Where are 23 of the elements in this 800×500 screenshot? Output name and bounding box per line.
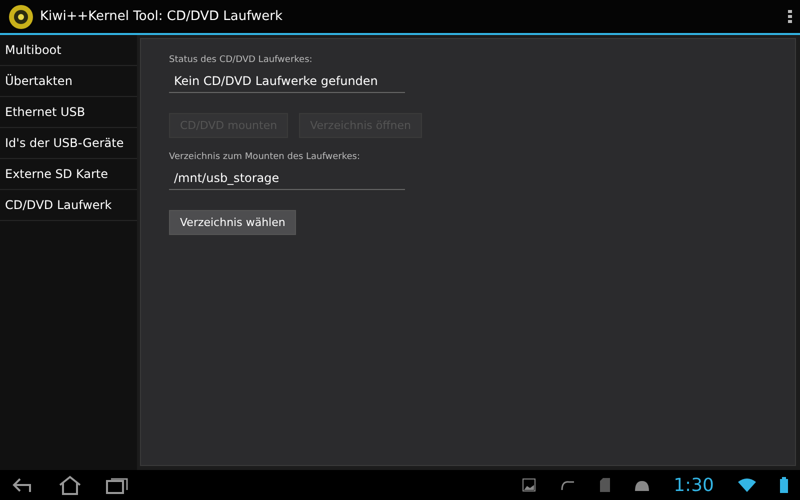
image-icon [522,478,536,492]
recent-apps-icon[interactable] [106,476,128,494]
directory-field[interactable]: /mnt/usb_storage [169,168,405,190]
sidebar-item[interactable]: CD/DVD Laufwerk [0,190,137,221]
home-icon[interactable] [58,475,82,495]
sidebar-item[interactable]: Übertakten [0,66,137,97]
sidebar-item[interactable]: Externe SD Karte [0,159,137,190]
sidebar-item[interactable]: Multiboot [0,35,137,66]
status-field: Kein CD/DVD Laufwerke gefunden [169,71,405,93]
directory-label: Verzeichnis zum Mounten des Laufwerkes: [169,152,362,162]
overflow-menu-icon[interactable] [788,10,792,24]
choose-directory-button[interactable]: Verzeichnis wählen [169,210,296,235]
back-icon[interactable] [12,477,34,493]
window-title: Kiwi++Kernel Tool: CD/DVD Laufwerk [40,9,284,24]
sidebar-item[interactable]: Ethernet USB [0,97,137,128]
clock: 1:30 [674,474,714,496]
status-label: Status des CD/DVD Laufwerkes: [169,55,314,65]
usb-cable-icon [560,479,576,491]
sidebar-item[interactable]: Id's der USB-Geräte [0,128,137,159]
battery-icon [780,477,788,493]
sd-card-icon [600,478,610,492]
wifi-icon [738,478,756,492]
kiwi-logo-icon [8,4,34,30]
